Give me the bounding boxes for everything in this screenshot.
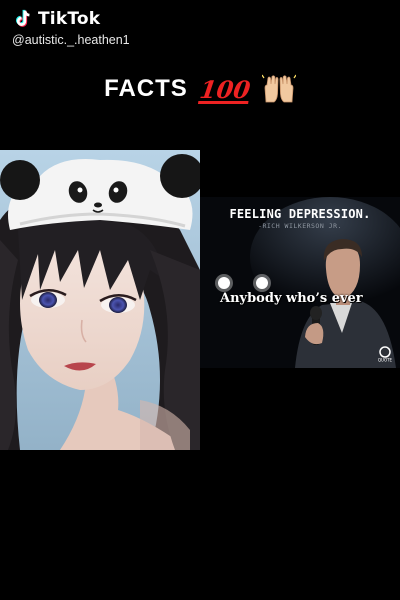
channel-logo-text: QUOTE [378, 358, 393, 363]
quote-video: FEELING DEPRESSION. -RICH WILKERSON JR. … [200, 197, 400, 368]
watermark-brand: TikTok [12, 8, 130, 30]
raised-hands-icon [261, 74, 296, 103]
hundred-points-icon: 100 [197, 74, 252, 104]
quote-author: -RICH WILKERSON JR. [258, 222, 342, 230]
tiktok-note-icon [15, 9, 30, 27]
quote-title: FEELING DEPRESSION. [229, 207, 371, 221]
caption: FACTS 100 [0, 74, 400, 104]
caption-text: FACTS [104, 75, 188, 102]
creator-username: @autistic._.heathen1 [12, 33, 130, 47]
illustration-image [0, 150, 200, 450]
tiktok-watermark: TikTok @autistic._.heathen1 [12, 8, 130, 47]
anime-girl-illustration [0, 150, 200, 450]
app-name: TikTok [38, 9, 101, 29]
channel-logo-icon: QUOTE [378, 346, 393, 363]
video-subtitle: Anybody who’s ever [220, 291, 363, 306]
